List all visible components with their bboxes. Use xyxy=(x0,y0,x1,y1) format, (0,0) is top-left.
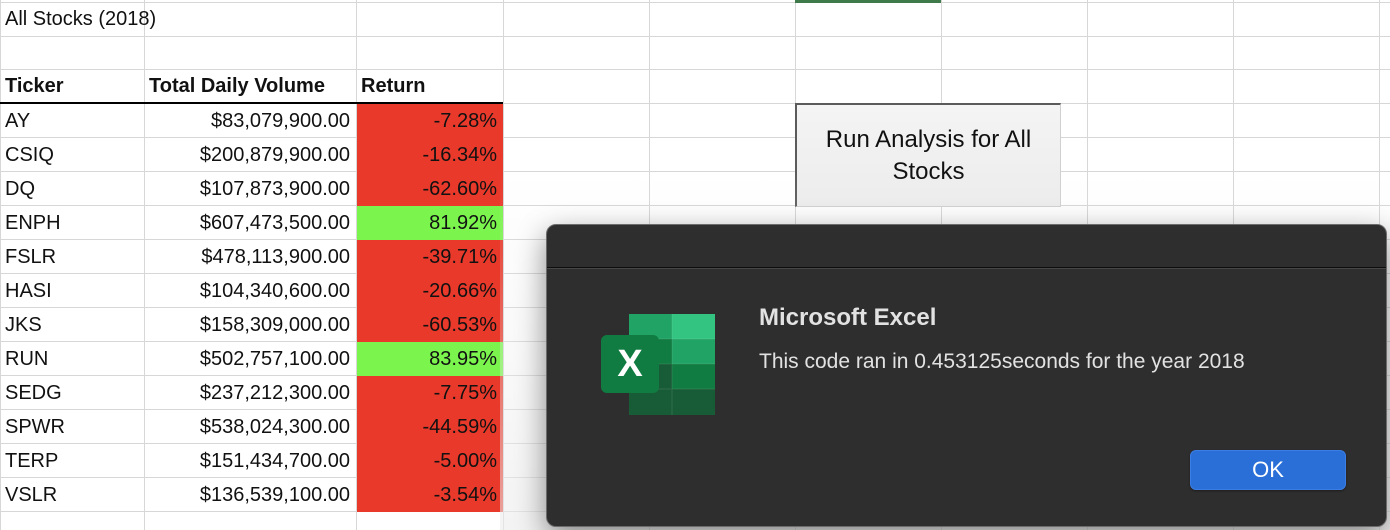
alert-dialog: X Microsoft Excel This code ran in 0.453… xyxy=(546,224,1387,527)
volume-cell[interactable]: $83,079,900.00 xyxy=(144,104,356,138)
dialog-title: Microsoft Excel xyxy=(759,304,937,331)
header-ticker[interactable]: Ticker xyxy=(0,69,144,103)
ticker-cell[interactable]: FSLR xyxy=(0,240,144,274)
volume-cell[interactable]: $607,473,500.00 xyxy=(144,206,356,240)
ticker-cell[interactable]: SEDG xyxy=(0,376,144,410)
return-cell[interactable]: -20.66% xyxy=(357,274,503,308)
dialog-message: This code ran in 0.453125seconds for the… xyxy=(759,350,1245,373)
return-cell[interactable]: 83.95% xyxy=(357,342,503,376)
volume-cell[interactable]: $107,873,900.00 xyxy=(144,172,356,206)
volume-cell[interactable]: $151,434,700.00 xyxy=(144,444,356,478)
ticker-cell[interactable]: TERP xyxy=(0,444,144,478)
return-cell[interactable]: -39.71% xyxy=(357,240,503,274)
ticker-cell[interactable]: ENPH xyxy=(0,206,144,240)
header-return[interactable]: Return xyxy=(356,69,503,103)
excel-icon: X xyxy=(601,314,715,415)
volume-cell[interactable]: $502,757,100.00 xyxy=(144,342,356,376)
ok-button[interactable]: OK xyxy=(1190,450,1346,490)
sheet-title[interactable]: All Stocks (2018) xyxy=(0,2,356,36)
return-cell[interactable]: 81.92% xyxy=(357,206,503,240)
return-cell[interactable]: -16.34% xyxy=(357,138,503,172)
column-selection-indicator xyxy=(795,0,941,3)
volume-cell[interactable]: $136,539,100.00 xyxy=(144,478,356,512)
return-cell[interactable]: -7.28% xyxy=(357,104,503,138)
volume-cell[interactable]: $538,024,300.00 xyxy=(144,410,356,444)
volume-cell[interactable]: $200,879,900.00 xyxy=(144,138,356,172)
ticker-cell[interactable]: AY xyxy=(0,104,144,138)
grid-line xyxy=(0,36,1390,37)
volume-cell[interactable]: $104,340,600.00 xyxy=(144,274,356,308)
ticker-cell[interactable]: SPWR xyxy=(0,410,144,444)
ticker-cell[interactable]: VSLR xyxy=(0,478,144,512)
ticker-cell[interactable]: HASI xyxy=(0,274,144,308)
return-cell[interactable]: -3.54% xyxy=(357,478,503,512)
ticker-cell[interactable]: DQ xyxy=(0,172,144,206)
ticker-cell[interactable]: CSIQ xyxy=(0,138,144,172)
return-cell[interactable]: -44.59% xyxy=(357,410,503,444)
return-cell[interactable]: -5.00% xyxy=(357,444,503,478)
header-total-daily-volume[interactable]: Total Daily Volume xyxy=(144,69,356,103)
dialog-titlebar[interactable] xyxy=(547,225,1386,269)
volume-cell[interactable]: $237,212,300.00 xyxy=(144,376,356,410)
return-cell[interactable]: -7.75% xyxy=(357,376,503,410)
excel-icon-letter: X xyxy=(617,343,643,385)
return-cell[interactable]: -62.60% xyxy=(357,172,503,206)
volume-cell[interactable]: $478,113,900.00 xyxy=(144,240,356,274)
ticker-cell[interactable]: RUN xyxy=(0,342,144,376)
volume-cell[interactable]: $158,309,000.00 xyxy=(144,308,356,342)
return-cell[interactable]: -60.53% xyxy=(357,308,503,342)
ticker-cell[interactable]: JKS xyxy=(0,308,144,342)
